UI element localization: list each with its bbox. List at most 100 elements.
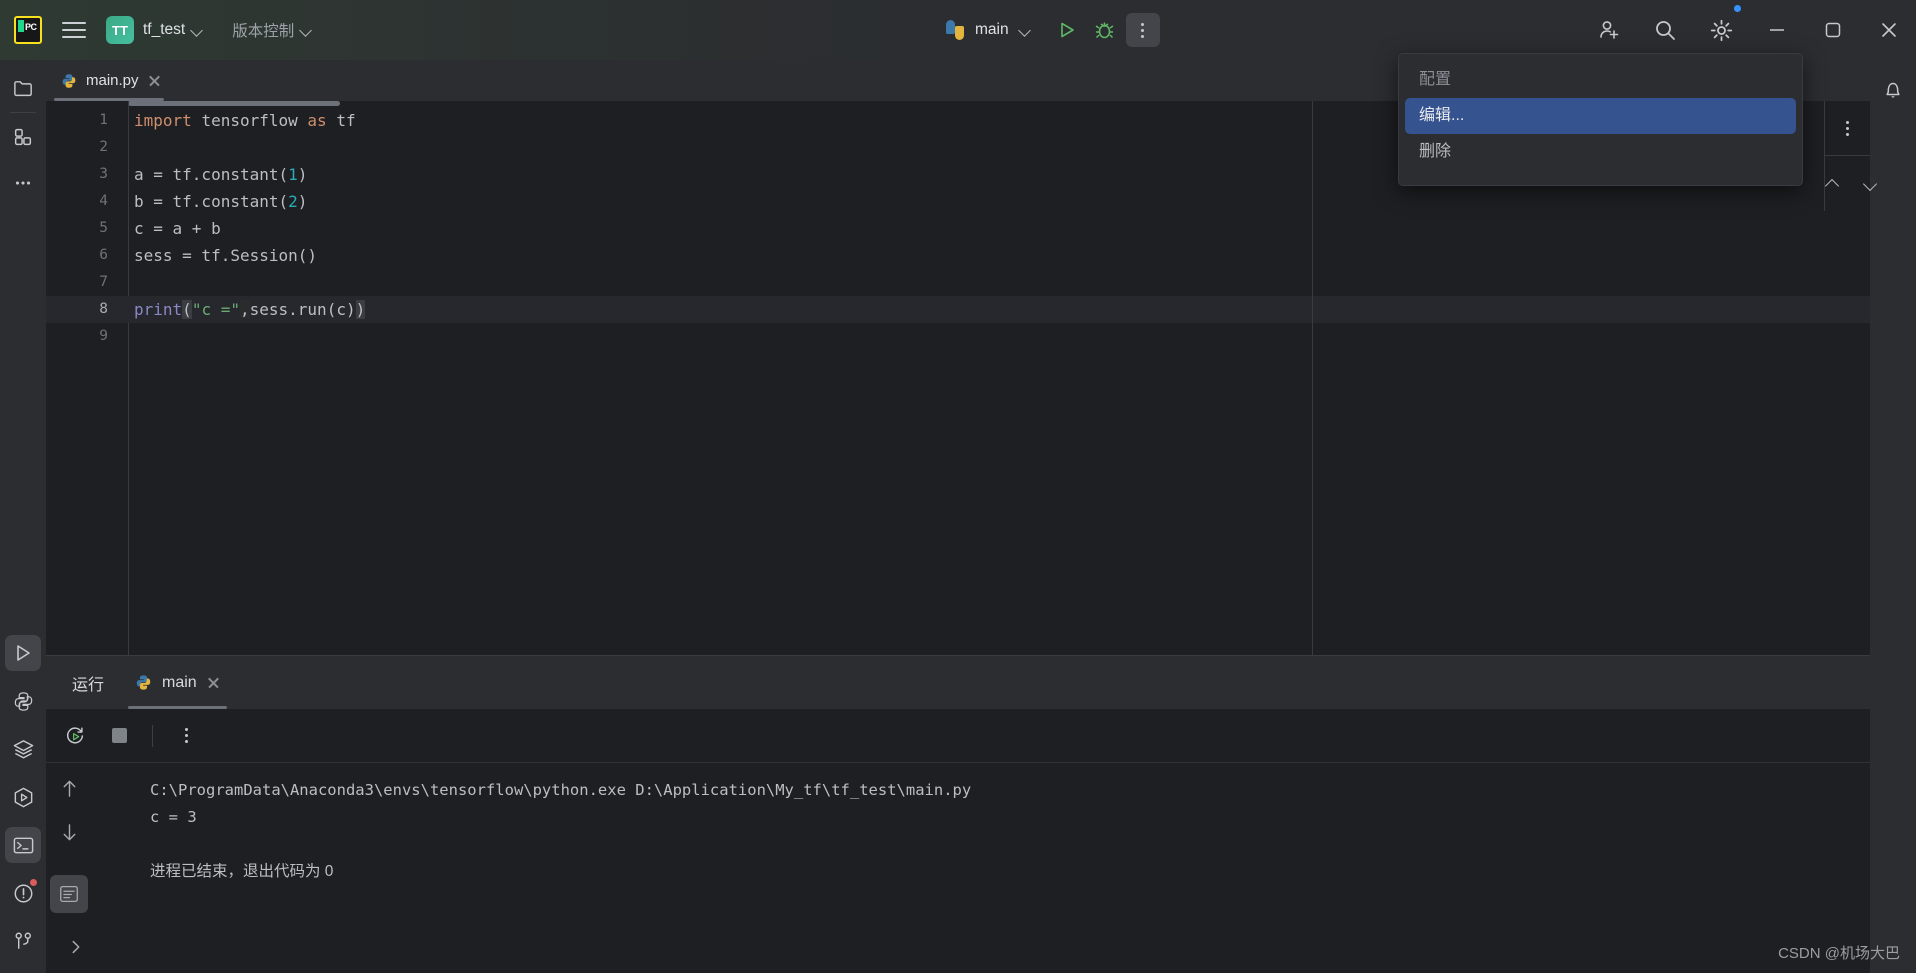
token-plain: tensorflow — [201, 111, 308, 130]
pycharm-logo-text: PC — [25, 22, 37, 32]
chevron-up-icon[interactable] — [1825, 176, 1833, 190]
bell-icon — [1886, 82, 1900, 98]
line-text: c = a + b — [134, 215, 221, 242]
code-line[interactable]: 5 c = a + b — [46, 215, 1870, 242]
close-button[interactable] — [1866, 0, 1912, 60]
python-file-icon — [62, 73, 76, 88]
line-number: 2 — [99, 139, 108, 155]
run-configuration-chevron-down-icon[interactable] — [1019, 24, 1032, 37]
context-menu-items: 配置 编辑... 删除 — [1399, 62, 1802, 170]
notifications-button[interactable] — [1875, 72, 1911, 108]
search-button[interactable] — [1642, 0, 1688, 60]
sidebar-item-python-packages[interactable] — [5, 779, 41, 815]
toolbar-divider — [152, 724, 153, 747]
sidebar-item-version-control[interactable] — [5, 923, 41, 959]
console-more-button[interactable] — [167, 717, 205, 755]
line-number: 3 — [99, 166, 108, 182]
context-menu-item[interactable]: 编辑... — [1405, 98, 1796, 134]
scroll-up-button[interactable] — [50, 769, 88, 807]
editor-more-row — [1825, 101, 1870, 155]
project-chevron-down-icon[interactable] — [191, 24, 204, 37]
rail-divider — [10, 112, 36, 113]
editor-tab-close-icon[interactable] — [147, 73, 162, 88]
code-line[interactable]: 7 — [46, 269, 1870, 296]
minimize-button[interactable] — [1754, 0, 1800, 60]
sidebar-item-problems[interactable] — [5, 875, 41, 911]
sidebar-item-project[interactable] — [5, 70, 41, 106]
run-console-toolbar — [46, 709, 1870, 763]
soft-wrap-button[interactable] — [50, 875, 88, 913]
run-configuration-label[interactable]: main — [975, 21, 1009, 39]
rerun-button[interactable] — [56, 717, 94, 755]
add-user-button[interactable] — [1586, 0, 1632, 60]
line-number: 6 — [99, 247, 108, 263]
gear-icon — [1710, 19, 1732, 41]
editor-nav-row — [1825, 155, 1870, 209]
title-bar-left: PC TT tf_test 版本控制 — [0, 10, 319, 50]
run-triangle-icon — [17, 645, 30, 661]
grid-blocks-icon — [14, 128, 32, 146]
terminal-icon — [13, 837, 33, 853]
token-comma: , — [239, 300, 250, 319]
soft-wrap-icon — [60, 886, 78, 902]
context-menu-item[interactable]: 删除 — [1405, 134, 1796, 170]
scroll-down-button[interactable] — [50, 813, 88, 851]
stop-icon — [111, 728, 127, 743]
run-console-output[interactable]: C:\ProgramData\Anaconda3\envs\tensorflow… — [92, 763, 1870, 973]
ellipsis-icon — [15, 181, 31, 185]
console-line: c = 3 — [150, 808, 197, 826]
more-vertical-icon — [1141, 22, 1145, 38]
token-num: 1 — [288, 165, 298, 184]
run-window-title: 运行 — [60, 656, 116, 709]
search-icon — [1656, 21, 1675, 40]
sidebar-item-structure[interactable] — [5, 119, 41, 155]
token-kw: import — [134, 111, 202, 130]
project-badge[interactable]: TT — [106, 16, 134, 44]
line-text: print("c =",sess.run(c)) — [134, 296, 366, 323]
vcs-label[interactable]: 版本控制 — [232, 19, 294, 41]
code-line[interactable]: 6 sess = tf.Session() — [46, 242, 1870, 269]
maximize-button[interactable] — [1810, 0, 1856, 60]
line-number: 1 — [99, 112, 108, 128]
chevron-right-icon — [72, 940, 80, 954]
sidebar-item-more-tools[interactable] — [5, 165, 41, 201]
run-window-title-label: 运行 — [72, 676, 105, 694]
stop-button[interactable] — [100, 717, 138, 755]
run-session-close-icon[interactable] — [206, 675, 221, 690]
chevron-down-icon[interactable] — [1863, 176, 1871, 190]
main-menu-hamburger-icon[interactable] — [54, 10, 94, 50]
token-num: 2 — [288, 192, 298, 211]
problems-badge — [29, 878, 38, 887]
editor-right-split-line — [1312, 101, 1313, 655]
console-expand-button[interactable] — [58, 929, 94, 965]
code-line[interactable]: 9 — [46, 323, 1870, 350]
line-number: 4 — [99, 193, 108, 209]
minimize-icon — [1770, 29, 1784, 31]
sidebar-item-services[interactable] — [5, 731, 41, 767]
left-tool-rail — [0, 60, 46, 973]
sidebar-item-terminal[interactable] — [5, 827, 41, 863]
code-line[interactable]: 8 print("c =",sess.run(c)) — [46, 296, 1870, 323]
token-plain: ) — [297, 165, 308, 184]
console-lines: C:\ProgramData\Anaconda3\envs\tensorflow… — [150, 777, 1870, 885]
project-name-label[interactable]: tf_test — [143, 21, 185, 39]
more-run-options-button[interactable] — [1125, 13, 1160, 47]
run-session-tab-main[interactable]: main — [122, 656, 233, 709]
code-line[interactable]: 4 b = tf.constant(2) — [46, 188, 1870, 215]
run-button[interactable] — [1050, 13, 1084, 47]
line-text: a = tf.constant(1) — [134, 161, 307, 188]
debug-button[interactable] — [1088, 13, 1122, 47]
run-configuration-area: main — [945, 0, 1160, 60]
sidebar-item-run[interactable] — [5, 635, 41, 671]
vcs-chevron-down-icon[interactable] — [300, 24, 313, 37]
sidebar-item-python-console[interactable] — [5, 683, 41, 719]
add-user-icon — [1600, 21, 1619, 39]
editor-tab-main-py[interactable]: main.py — [46, 60, 172, 101]
token-fn: print — [134, 300, 183, 319]
more-vertical-icon[interactable] — [1846, 120, 1849, 136]
line-number: 5 — [99, 220, 108, 236]
line-text: b = tf.constant(2) — [134, 188, 307, 215]
line-number: 7 — [99, 274, 108, 290]
settings-button[interactable] — [1698, 0, 1744, 60]
